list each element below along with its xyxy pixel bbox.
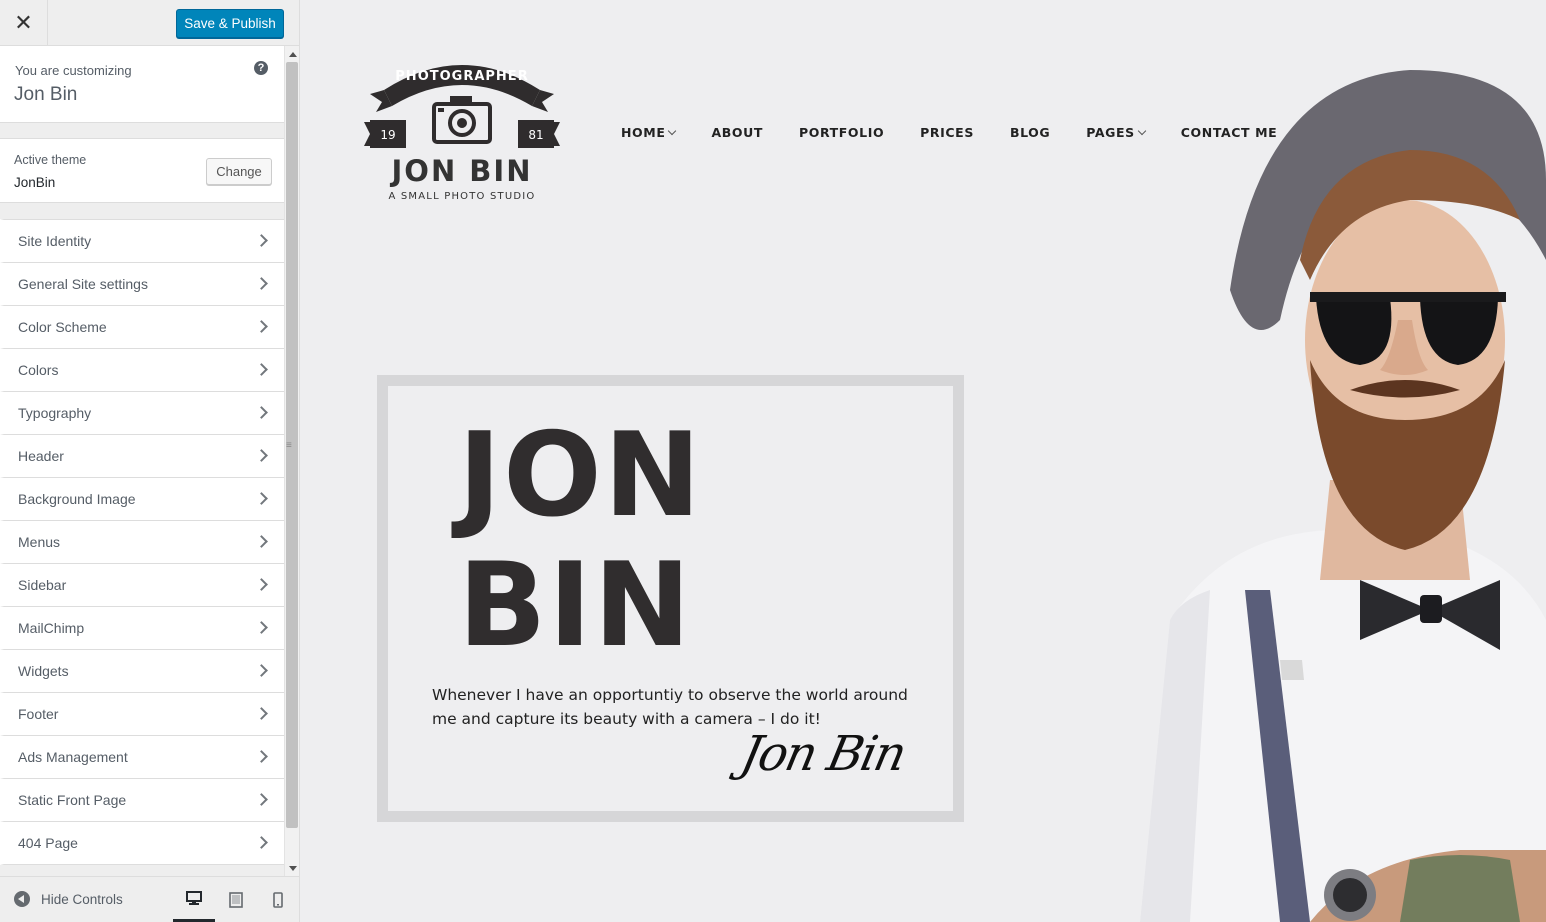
resize-handle-icon[interactable]: ≡ [286,440,292,451]
chevron-down-icon [668,126,677,135]
active-theme-box: Active theme JonBin Change [0,138,284,203]
chevron-right-icon [255,406,268,419]
hide-controls-label: Hide Controls [41,891,123,907]
section-label: Background Image [18,491,136,507]
chevron-right-icon [255,750,268,763]
active-theme-name: JonBin [14,175,56,190]
save-publish-button[interactable]: Save & Publish [176,9,284,38]
nav-item[interactable]: ABOUT [711,125,763,140]
nav-item[interactable]: HOME [621,125,677,140]
collapse-icon [14,891,30,907]
desktop-icon [186,891,202,905]
nav-item-label: PRICES [920,125,974,140]
section-item[interactable]: Site Identity [0,219,284,263]
sidebar-scrollbar[interactable] [284,46,299,876]
section-label: Static Front Page [18,792,127,808]
help-icon[interactable]: ? [254,61,268,75]
chevron-right-icon [255,492,268,505]
nav-item[interactable]: BLOG [1010,125,1050,140]
section-item[interactable]: Ads Management [0,736,284,779]
section-label: Menus [18,534,61,550]
section-item[interactable]: Footer [0,693,284,736]
site-title: Jon Bin [14,84,78,105]
hero-portrait-image [1140,70,1546,922]
chevron-right-icon [255,277,268,290]
section-label: Color Scheme [18,319,107,335]
nav-item-label: HOME [621,125,666,140]
logo-year-left: 19 [380,128,395,142]
tablet-preview-button[interactable] [215,877,257,922]
customizing-info: You are customizing Jon Bin ? [0,46,284,123]
desktop-preview-button[interactable] [173,877,215,922]
section-label: Colors [18,362,59,378]
hide-controls-button[interactable]: Hide Controls [14,891,123,907]
section-item[interactable]: General Site settings [0,263,284,306]
section-item[interactable]: Widgets [0,650,284,693]
section-label: Site Identity [18,233,92,249]
nav-item[interactable]: PRICES [920,125,974,140]
customizer-sidebar: ✕ Save & Publish You are customizing Jon… [0,0,300,922]
chevron-right-icon [255,707,268,720]
camera-logo-icon: PHOTOGRAPHER 19 81 [364,65,560,148]
hero-title-line2: BIN [458,538,693,673]
hero-title-line1: JON [458,408,703,543]
hero-text: Whenever I have an opportuntiy to observ… [432,686,908,728]
customizing-label: You are customizing [15,63,132,78]
section-label: Sidebar [18,577,67,593]
scroll-up-icon[interactable] [289,52,297,57]
change-theme-button[interactable]: Change [206,158,272,185]
logo-year-right: 81 [528,128,543,142]
logo-name: JON BIN [391,154,533,188]
section-label: 404 Page [18,835,78,851]
site-preview: PHOTOGRAPHER 19 81 JON BIN A SMALL PHOTO… [300,0,1546,922]
close-icon[interactable]: ✕ [0,0,48,46]
chevron-right-icon [255,234,268,247]
customizer-header: ✕ Save & Publish [0,0,299,46]
nav-item-label: PORTFOLIO [798,125,885,140]
chevron-right-icon [255,664,268,677]
section-label: Footer [18,706,59,722]
chevron-right-icon [255,578,268,591]
customizer-footer: Hide Controls [0,876,299,922]
chevron-right-icon [255,320,268,333]
section-item[interactable]: MailChimp [0,607,284,650]
section-label: General Site settings [18,276,148,292]
section-label: Widgets [18,663,69,679]
section-item[interactable]: Sidebar [0,564,284,607]
chevron-right-icon [255,621,268,634]
chevron-right-icon [255,449,268,462]
section-label: Header [18,448,64,464]
logo-tagline: A SMALL PHOTO STUDIO [388,191,536,202]
customizer-panel: You are customizing Jon Bin ? Active the… [0,46,284,876]
tablet-icon [229,892,243,908]
section-item[interactable]: Header [0,435,284,478]
nav-item-label: BLOG [1009,125,1051,140]
site-logo[interactable]: PHOTOGRAPHER 19 81 JON BIN A SMALL PHOTO… [362,50,562,210]
chevron-right-icon [255,836,268,849]
hero-title: JON BIN [458,411,703,671]
section-item[interactable]: Typography [0,392,284,435]
chevron-right-icon [255,793,268,806]
nav-item[interactable]: PORTFOLIO [799,125,884,140]
section-item[interactable]: Colors [0,349,284,392]
section-item[interactable]: 404 Page [0,822,284,865]
chevron-right-icon [255,535,268,548]
section-list: Site Identity General Site settings Color … [0,219,284,865]
section-item[interactable]: Static Front Page [0,779,284,822]
scroll-down-icon[interactable] [289,866,297,871]
logo-banner-text: PHOTOGRAPHER [395,69,528,84]
hero-frame: JON BIN Whenever I have an opportuntiy t… [377,375,964,822]
section-label: Typography [18,405,92,421]
nav-item-label: ABOUT [711,125,763,140]
section-item[interactable]: Color Scheme [0,306,284,349]
section-label: Ads Management [18,749,128,765]
mobile-preview-button[interactable] [257,877,299,922]
active-theme-label: Active theme [14,153,87,167]
mobile-icon [273,892,283,908]
section-label: MailChimp [18,620,85,636]
chevron-right-icon [255,363,268,376]
section-item[interactable]: Menus [0,521,284,564]
section-item[interactable]: Background Image [0,478,284,521]
hero-signature: Jon Bin [736,726,910,782]
